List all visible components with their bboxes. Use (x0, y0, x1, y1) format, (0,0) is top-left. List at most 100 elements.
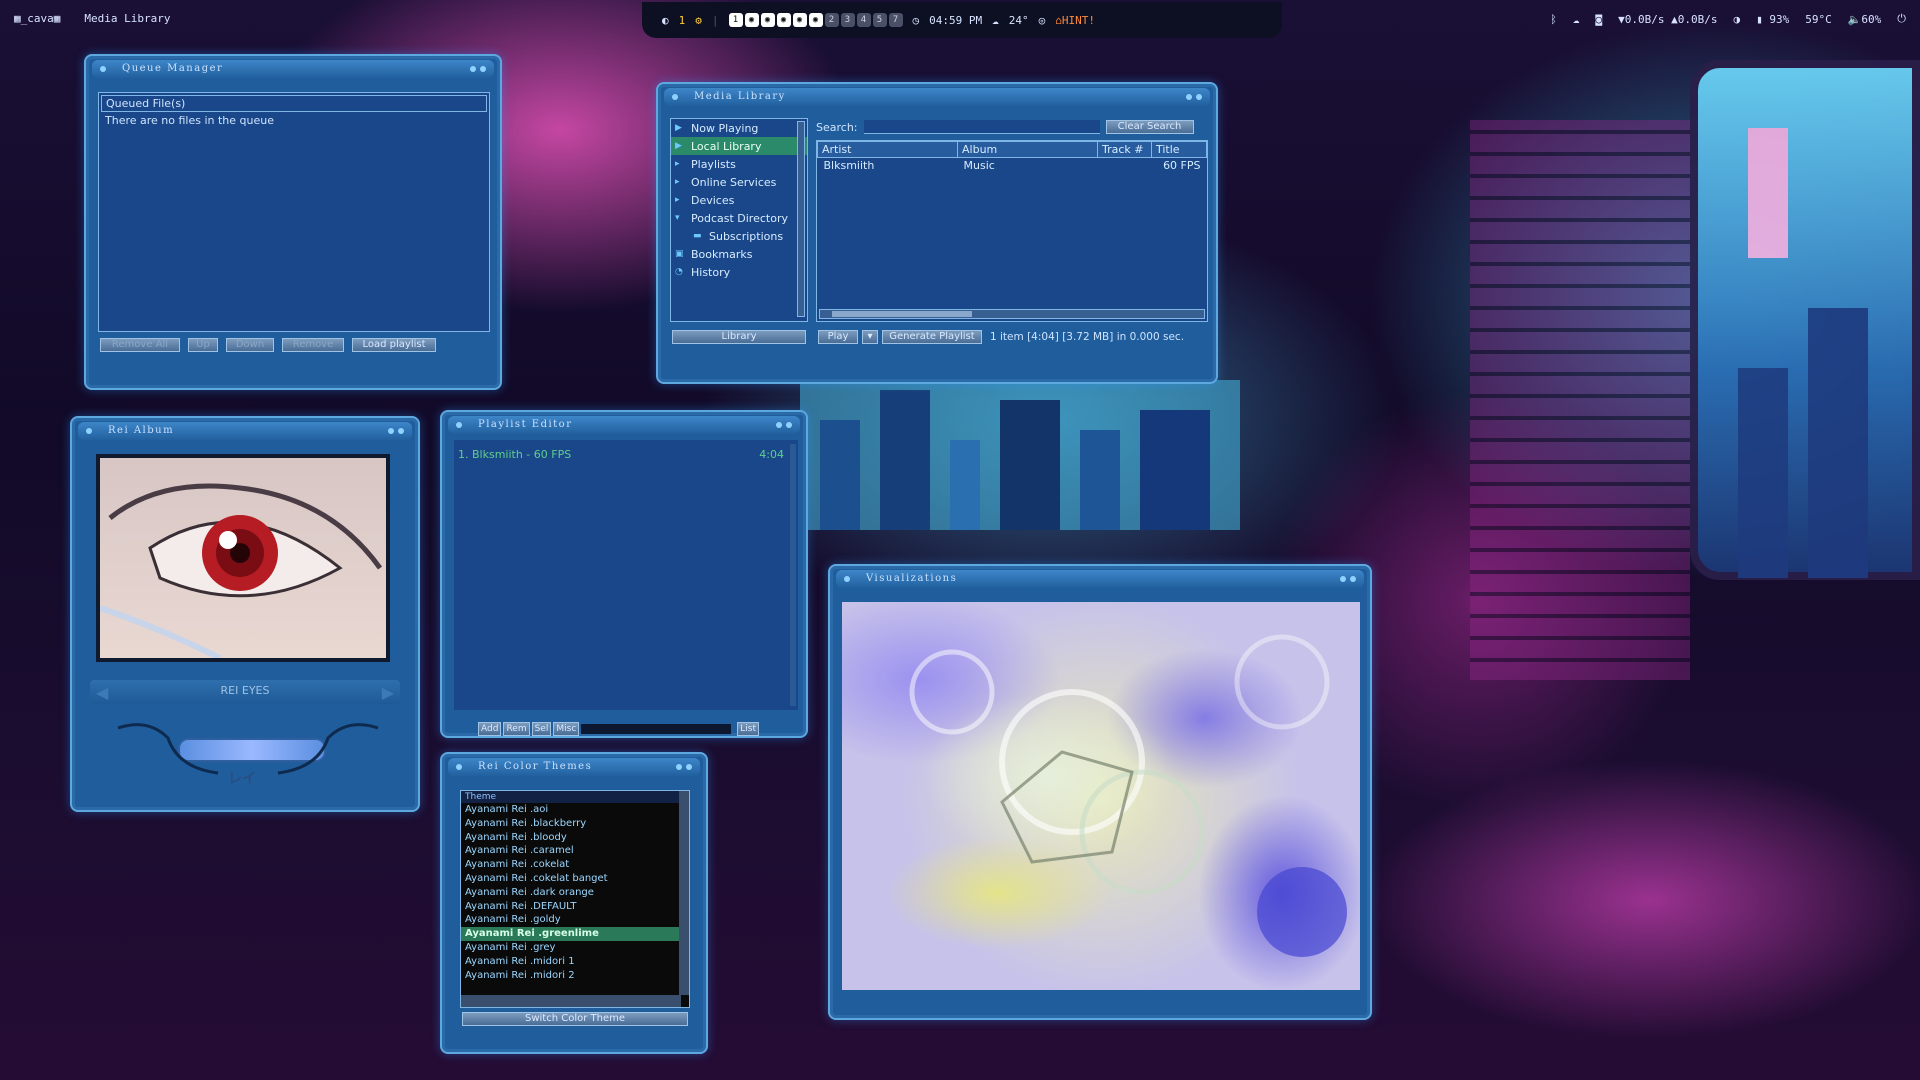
theme-item[interactable]: Ayanami Rei .dark orange (461, 886, 689, 900)
hint-button[interactable]: ⌂HINT! (1055, 14, 1095, 27)
workspace-5[interactable]: 5 (872, 13, 887, 27)
workspace-1d[interactable]: ◉ (776, 13, 791, 27)
workspace-1e[interactable]: ◉ (792, 13, 807, 27)
visualizations-titlebar[interactable]: Visualizations (836, 570, 1364, 588)
tree-history[interactable]: ◔ History (671, 263, 807, 281)
workspace-3[interactable]: 3 (840, 13, 855, 27)
theme-hscrollbar[interactable] (461, 995, 681, 1007)
theme-item[interactable]: Ayanami Rei .cokelat (461, 858, 689, 872)
gear-icon[interactable]: ⚙ (695, 14, 702, 27)
tree-subscriptions[interactable]: ▬ Subscriptions (671, 227, 807, 245)
table-hscrollbar[interactable] (819, 309, 1205, 319)
theme-item[interactable]: Ayanami Rei .grey (461, 941, 689, 955)
queue-manager-titlebar[interactable]: Queue Manager (92, 60, 494, 78)
app-launcher-icon[interactable]: ◐ (662, 14, 669, 27)
search-input[interactable] (863, 120, 1100, 134)
tree-devices[interactable]: ▸ Devices (671, 191, 807, 209)
weather[interactable]: 24° (1009, 14, 1029, 27)
generate-playlist-button[interactable]: Generate Playlist (882, 330, 982, 344)
rei-album-window: Rei Album ◀ REI EYES ▶ レイ (70, 416, 420, 812)
network-stats[interactable]: ▼0.0B/s ▲0.0B/s (1618, 13, 1717, 26)
cava-app-tag[interactable]: ▦_cava▦ (14, 12, 60, 25)
notification-count[interactable]: 1 (679, 14, 686, 27)
remove-all-button[interactable]: Remove All (100, 338, 180, 352)
library-footer: Play ▾ Generate Playlist 1 item [4:04] [… (818, 330, 1184, 344)
down-arrow-icon: ▾ (675, 213, 680, 223)
playlist-editor-title: Playlist Editor (478, 419, 573, 430)
up-button[interactable]: Up (188, 338, 218, 352)
switch-color-theme-button[interactable]: Switch Color Theme (462, 1012, 688, 1026)
workspace-1[interactable]: 1 (728, 13, 743, 27)
playlist-scrollbar[interactable] (790, 444, 796, 706)
theme-item[interactable]: Ayanami Rei .midori 2 (461, 969, 689, 983)
queue-header: Queued File(s) (101, 95, 487, 112)
playlist-info-display (581, 724, 732, 734)
discord-icon[interactable]: ◙ (1595, 13, 1602, 26)
theme-toggle-icon[interactable]: ◑ (1733, 13, 1740, 26)
remove-button[interactable]: Remove (282, 338, 344, 352)
table-row[interactable]: Blksmiith Music 60 FPS (818, 158, 1207, 174)
play-icon: ▶ (675, 123, 682, 133)
clear-search-button[interactable]: Clear Search (1105, 120, 1194, 134)
album-logo: レイ (228, 771, 256, 787)
media-library-titlebar[interactable]: Media Library (664, 88, 1210, 106)
color-themes-titlebar[interactable]: Rei Color Themes (448, 758, 700, 776)
search-row: Search: Clear Search (816, 120, 1194, 134)
album-art (96, 454, 390, 662)
theme-item[interactable]: Ayanami Rei .greenlime (461, 927, 689, 941)
tree-podcast-directory[interactable]: ▾ Podcast Directory (671, 209, 807, 227)
theme-vscrollbar[interactable] (679, 791, 689, 995)
tree-online-services[interactable]: ▸ Online Services (671, 173, 807, 191)
play-dropdown-icon[interactable]: ▾ (862, 330, 878, 344)
hide-icon[interactable]: ◎ (1039, 14, 1046, 27)
theme-item[interactable]: Ayanami Rei .blackberry (461, 817, 689, 831)
tree-bookmarks[interactable]: ▣ Bookmarks (671, 245, 807, 263)
tree-scrollbar[interactable] (797, 121, 805, 317)
theme-item[interactable]: Ayanami Rei .caramel (461, 844, 689, 858)
load-playlist-button[interactable]: Load playlist (352, 338, 436, 352)
bluetooth-icon[interactable]: ᛒ (1550, 13, 1557, 26)
add-button[interactable]: Add (478, 722, 502, 736)
col-artist[interactable]: Artist (817, 141, 958, 158)
tree-local-library[interactable]: ▶ Local Library (671, 137, 807, 155)
visualizations-title: Visualizations (866, 573, 958, 584)
library-button[interactable]: Library (672, 330, 806, 344)
misc-button[interactable]: Misc (553, 722, 580, 736)
play-button[interactable]: Play (818, 330, 858, 344)
col-track[interactable]: Track # (1097, 141, 1152, 158)
library-list: Artist Album Track # Title Blksmiith Mus… (817, 141, 1207, 173)
workspace-4[interactable]: 4 (856, 13, 871, 27)
theme-item[interactable]: Ayanami Rei .bloody (461, 831, 689, 845)
playlist-editor-titlebar[interactable]: Playlist Editor (448, 416, 800, 434)
theme-item[interactable]: Ayanami Rei .midori 1 (461, 955, 689, 969)
workspace-2[interactable]: 2 (824, 13, 839, 27)
tree-playlists[interactable]: ▸ Playlists (671, 155, 807, 173)
brightness[interactable]: ▮ 93% (1756, 13, 1789, 26)
theme-item[interactable]: Ayanami Rei .DEFAULT (461, 900, 689, 914)
power-icon[interactable]: ⏻ (1897, 12, 1906, 26)
col-album[interactable]: Album (957, 141, 1098, 158)
theme-item[interactable]: Ayanami Rei .cokelat banget (461, 872, 689, 886)
visualization-canvas[interactable] (842, 602, 1360, 990)
list-button[interactable]: List (737, 722, 759, 736)
theme-item[interactable]: Ayanami Rei .aoi (461, 803, 689, 817)
workspace-1f[interactable]: ◉ (808, 13, 823, 27)
cloud-icon[interactable]: ☁ (1573, 13, 1580, 26)
workspace-1b[interactable]: ◉ (744, 13, 759, 27)
sel-button[interactable]: Sel (531, 722, 552, 736)
playlist-list[interactable]: 1. Blksmiith - 60 FPS 4:04 (454, 440, 798, 710)
volume[interactable]: 🔈60% (1848, 13, 1882, 26)
next-track-icon[interactable]: ▶ (382, 683, 394, 702)
rem-button[interactable]: Rem (503, 722, 530, 736)
col-title[interactable]: Title (1151, 141, 1207, 158)
tree-now-playing[interactable]: ▶ Now Playing (671, 119, 807, 137)
workspace-7[interactable]: 7 (888, 13, 903, 27)
rei-album-titlebar[interactable]: Rei Album (78, 422, 412, 440)
workspace-1c[interactable]: ◉ (760, 13, 775, 27)
down-button[interactable]: Down (226, 338, 274, 352)
theme-item[interactable]: Ayanami Rei .goldy (461, 913, 689, 927)
queue-list[interactable]: Queued File(s) There are no files in the… (98, 92, 490, 332)
library-status: 1 item [4:04] [3.72 MB] in 0.000 sec. (990, 331, 1185, 343)
clock[interactable]: 04:59 PM (929, 14, 982, 27)
playlist-item[interactable]: 1. Blksmiith - 60 FPS 4:04 (454, 440, 798, 461)
